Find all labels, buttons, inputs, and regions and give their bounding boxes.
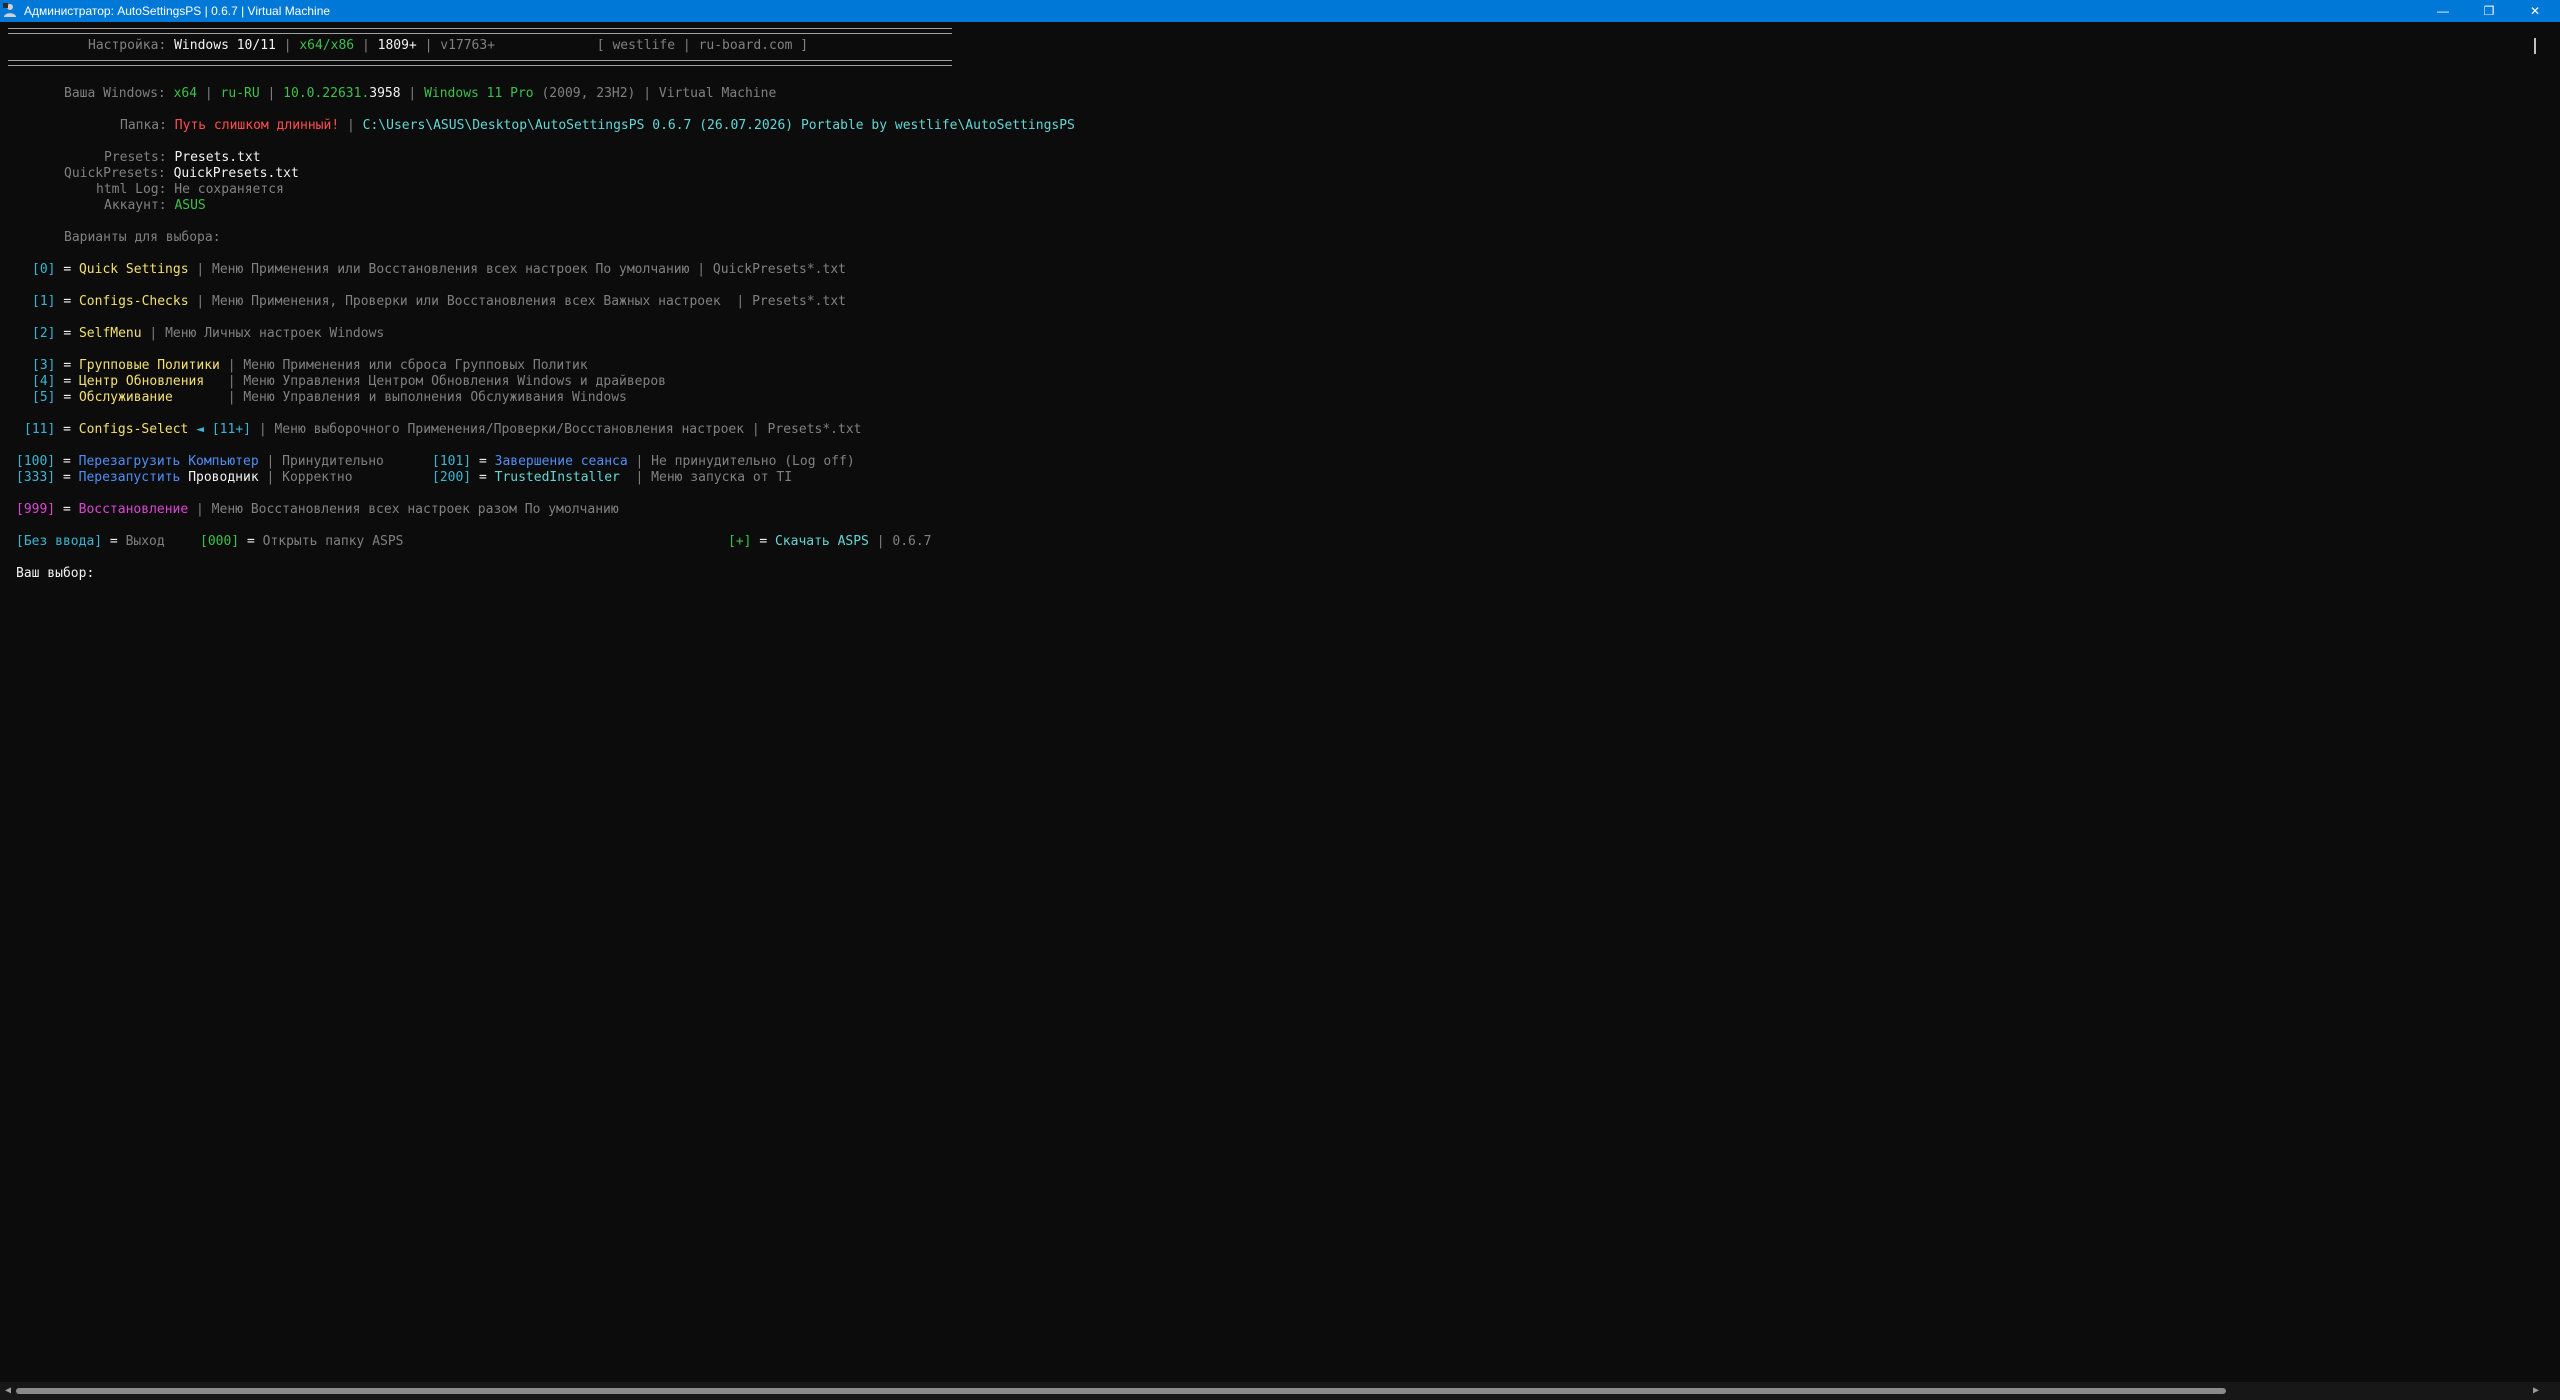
scrollbar-thumb[interactable]	[16, 1388, 2226, 1394]
menu-item-101: [101] = Завершение сеанса | Не принудите…	[432, 454, 855, 469]
menu-item-11: [11] = Configs-Select ◄ [11+] | Меню выб…	[24, 422, 862, 437]
minimize-button[interactable]: —	[2420, 0, 2466, 22]
admin-user-icon	[3, 3, 16, 17]
menu-item-100: [100] = Перезагрузить Компьютер | Принуд…	[16, 454, 384, 469]
quickpresets-line: QuickPresets: QuickPresets.txt	[64, 166, 299, 181]
menu-item-999: [999] = Восстановление | Меню Восстановл…	[16, 502, 619, 517]
maximize-button[interactable]: ❐	[2466, 0, 2512, 22]
menu-item-exit: [Без ввода] = Выход	[16, 534, 165, 549]
menu-item-4: [4] = Центр Обновления | Меню Управления…	[32, 374, 666, 389]
scroll-position-marker	[2534, 38, 2536, 54]
header-rule-top	[8, 28, 952, 34]
menu-item-200: [200] = TrustedInstaller | Меню запуска …	[432, 470, 793, 485]
menu-item-download: [+] = Скачать ASPS | 0.6.7	[728, 534, 932, 549]
menu-item-000: [000] = Открыть папку ASPS	[200, 534, 404, 549]
window-title: Администратор: AutoSettingsPS | 0.6.7 | …	[24, 4, 331, 18]
folder-line: Папка: Путь слишком длинный! | C:\Users\…	[120, 118, 1075, 133]
header-line: Настройка: Windows 10/11 | x64/x86 | 180…	[88, 38, 809, 53]
choice-prompt[interactable]: Ваш выбор:	[16, 566, 94, 582]
menu-item-1: [1] = Configs-Checks | Меню Применения, …	[32, 294, 846, 309]
scroll-right-icon[interactable]: ▶	[2528, 1382, 2544, 1400]
menu-item-5: [5] = Обслуживание | Меню Управления и в…	[32, 390, 627, 405]
account-line: Аккаунт: ASUS	[104, 198, 206, 213]
presets-line: Presets: Presets.txt	[104, 150, 261, 165]
menu-item-333: [333] = Перезапустить Проводник | Коррек…	[16, 470, 353, 485]
console-output[interactable]: Настройка: Windows 10/11 | x64/x86 | 180…	[0, 22, 2544, 1382]
htmllog-line: html Log: Не сохраняется	[96, 182, 284, 197]
horizontal-scrollbar[interactable]: ◀ ▶	[0, 1382, 2560, 1400]
menu-item-0: [0] = Quick Settings | Меню Применения и…	[32, 262, 846, 277]
scroll-left-icon[interactable]: ◀	[0, 1382, 16, 1400]
title-bar: Администратор: AutoSettingsPS | 0.6.7 | …	[0, 0, 2560, 22]
options-label: Варианты для выбора:	[64, 230, 221, 245]
vertical-scrollbar[interactable]	[2544, 22, 2560, 1382]
windows-info-line: Ваша Windows: x64 | ru-RU | 10.0.22631.3…	[64, 86, 777, 101]
close-button[interactable]: ✕	[2512, 0, 2558, 22]
header-rule-bottom	[8, 60, 952, 66]
menu-item-3: [3] = Групповые Политики | Меню Применен…	[32, 358, 588, 373]
menu-item-2: [2] = SelfMenu | Меню Личных настроек Wi…	[32, 326, 385, 341]
